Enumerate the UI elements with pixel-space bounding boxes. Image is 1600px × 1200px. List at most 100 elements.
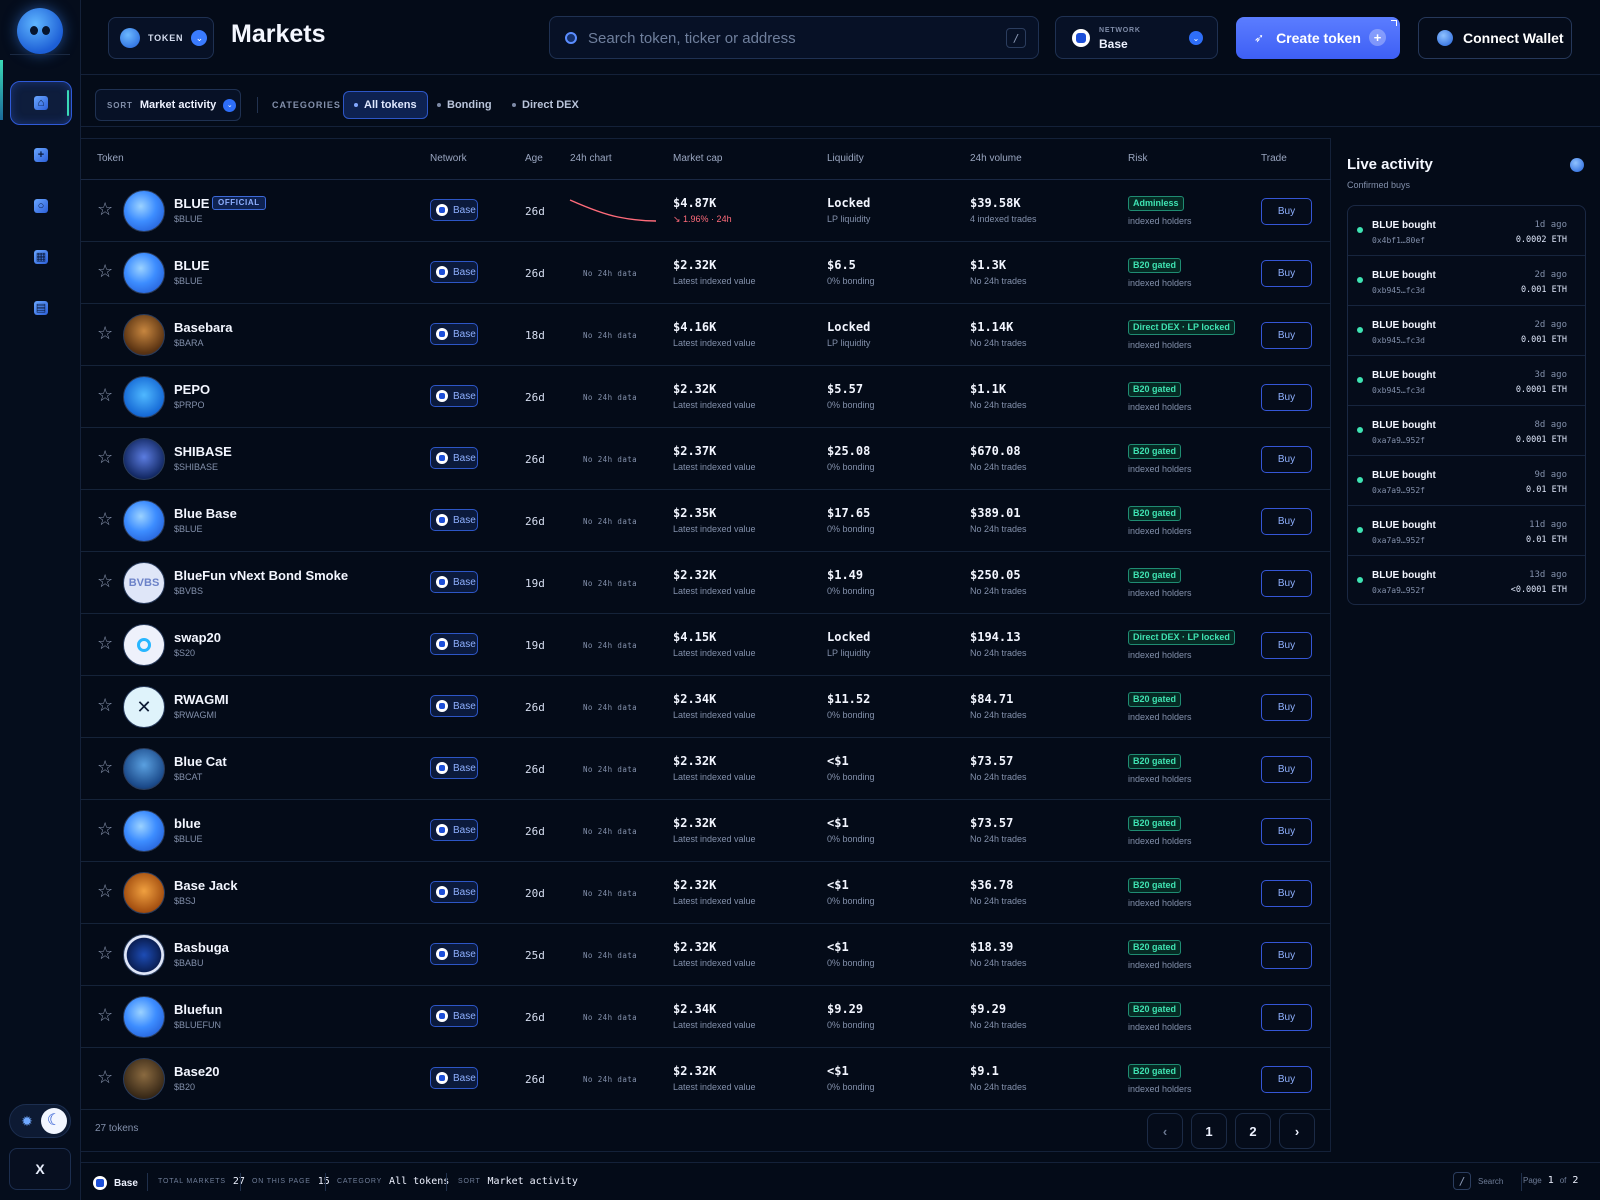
tab-direct-dex[interactable]: Direct DEX — [502, 91, 589, 119]
table-row[interactable]: ☆ ✕ RWAGMI $RWAGMI Base 26d No 24h data … — [81, 676, 1331, 738]
activity-item[interactable]: BLUE bought 0xb945…fc3d 2d ago 0.001 ETH — [1348, 306, 1585, 356]
token-name[interactable]: swap20 — [174, 630, 221, 645]
page-2-button[interactable]: 2 — [1235, 1113, 1271, 1149]
activity-item[interactable]: BLUE bought 0x4bf1…80ef 1d ago 0.0002 ET… — [1348, 206, 1585, 256]
nav-create-button[interactable]: + — [10, 133, 72, 177]
buy-button[interactable]: Buy — [1261, 570, 1312, 597]
star-icon[interactable]: ☆ — [97, 262, 113, 280]
buy-button[interactable]: Buy — [1261, 1066, 1312, 1093]
header-network[interactable]: Network — [430, 153, 467, 164]
buy-button[interactable]: Buy — [1261, 198, 1312, 225]
star-icon[interactable]: ☆ — [97, 820, 113, 838]
activity-item[interactable]: BLUE bought 0xa7a9…952f 9d ago 0.01 ETH — [1348, 456, 1585, 506]
create-token-button[interactable]: ➶ Create token + — [1236, 17, 1400, 59]
star-icon[interactable]: ☆ — [97, 572, 113, 590]
table-row[interactable]: ☆ Base20 $B20 Base 26d No 24h data $2.32… — [81, 1048, 1331, 1110]
star-icon[interactable]: ☆ — [97, 634, 113, 652]
star-icon[interactable]: ☆ — [97, 200, 113, 218]
star-icon[interactable]: ☆ — [97, 1006, 113, 1024]
prev-page-button[interactable]: ‹ — [1147, 1113, 1183, 1149]
activity-item[interactable]: BLUE bought 0xa7a9…952f 11d ago 0.01 ETH — [1348, 506, 1585, 556]
globe-icon[interactable] — [1570, 158, 1584, 172]
star-icon[interactable]: ☆ — [97, 1068, 113, 1086]
token-name[interactable]: Basbuga — [174, 940, 229, 955]
table-row[interactable]: ☆ BLUE $BLUE Base 26d No 24h data $2.32K… — [81, 242, 1331, 304]
next-page-button[interactable]: › — [1279, 1113, 1315, 1149]
activity-item[interactable]: BLUE bought 0xb945…fc3d 3d ago 0.0001 ET… — [1348, 356, 1585, 406]
header-age[interactable]: Age — [525, 153, 543, 164]
risk-sub: indexed holders — [1128, 1022, 1192, 1032]
token-name[interactable]: Blue Base — [174, 506, 237, 521]
token-name[interactable]: Base20 — [174, 1064, 220, 1079]
sort-selector[interactable]: SORT Market activity ⌄ — [95, 89, 241, 121]
star-icon[interactable]: ☆ — [97, 696, 113, 714]
header-volume[interactable]: 24h volume — [970, 153, 1022, 164]
buy-button[interactable]: Buy — [1261, 756, 1312, 783]
buy-button[interactable]: Buy — [1261, 260, 1312, 287]
token-name[interactable]: BLUE — [174, 258, 209, 273]
buy-button[interactable]: Buy — [1261, 818, 1312, 845]
token-name[interactable]: Basebara — [174, 320, 233, 335]
search-input[interactable] — [588, 25, 988, 51]
buy-button[interactable]: Buy — [1261, 322, 1312, 349]
connect-wallet-button[interactable]: Connect Wallet — [1418, 17, 1572, 59]
token-name[interactable]: PEPO — [174, 382, 210, 397]
nav-docs-button[interactable]: ▤ — [10, 286, 72, 330]
nav-home-button[interactable]: ⌂ — [10, 81, 72, 125]
network-selector[interactable]: NETWORK Base ⌄ — [1055, 16, 1218, 59]
table-row[interactable]: ☆ swap20 $S20 Base 19d No 24h data $4.15… — [81, 614, 1331, 676]
activity-item[interactable]: BLUE bought 0xb945…fc3d 2d ago 0.001 ETH — [1348, 256, 1585, 306]
table-row[interactable]: ☆ BVBS BlueFun vNext Bond Smoke $BVBS Ba… — [81, 552, 1331, 614]
buy-button[interactable]: Buy — [1261, 508, 1312, 535]
token-name[interactable]: SHIBASE — [174, 444, 232, 459]
logo-icon[interactable] — [17, 8, 63, 54]
buy-button[interactable]: Buy — [1261, 880, 1312, 907]
star-icon[interactable]: ☆ — [97, 882, 113, 900]
table-row[interactable]: ☆ Blue Base $BLUE Base 26d No 24h data $… — [81, 490, 1331, 552]
token-name[interactable]: BlueFun vNext Bond Smoke — [174, 568, 348, 583]
token-name[interactable]: RWAGMI — [174, 692, 229, 707]
star-icon[interactable]: ☆ — [97, 758, 113, 776]
x-social-button[interactable]: X — [9, 1148, 71, 1190]
header-liquidity[interactable]: Liquidity — [827, 153, 864, 164]
star-icon[interactable]: ☆ — [97, 324, 113, 342]
token-name[interactable]: BLUE — [174, 196, 209, 211]
header-market-cap[interactable]: Market cap — [673, 153, 722, 164]
nav-grid-button[interactable]: ▦ — [10, 235, 72, 279]
token-name[interactable]: Blue Cat — [174, 754, 227, 769]
activity-item[interactable]: BLUE bought 0xa7a9…952f 8d ago 0.0001 ET… — [1348, 406, 1585, 456]
status-search-hint[interactable]: / Search — [1453, 1172, 1503, 1190]
activity-item[interactable]: BLUE bought 0xa7a9…952f 13d ago <0.0001 … — [1348, 556, 1585, 604]
theme-toggle[interactable]: ✹ ☾ — [9, 1104, 71, 1138]
nav-search-button[interactable]: ○ — [10, 184, 72, 228]
table-row[interactable]: ☆ Basbuga $BABU Base 25d No 24h data $2.… — [81, 924, 1331, 986]
tab-all-tokens[interactable]: All tokens — [343, 91, 428, 119]
buy-button[interactable]: Buy — [1261, 632, 1312, 659]
table-row[interactable]: ☆ BLUE OFFICIAL $BLUE Base 26d $4.87K ↘ … — [81, 180, 1331, 242]
token-name[interactable]: Bluefun — [174, 1002, 222, 1017]
token-name[interactable]: blue — [174, 816, 201, 831]
table-row[interactable]: ☆ SHIBASE $SHIBASE Base 26d No 24h data … — [81, 428, 1331, 490]
buy-button[interactable]: Buy — [1261, 942, 1312, 969]
star-icon[interactable]: ☆ — [97, 944, 113, 962]
page-1-button[interactable]: 1 — [1191, 1113, 1227, 1149]
star-icon[interactable]: ☆ — [97, 448, 113, 466]
tab-label: Bonding — [447, 99, 492, 111]
table-row[interactable]: ☆ Blue Cat $BCAT Base 26d No 24h data $2… — [81, 738, 1331, 800]
buy-button[interactable]: Buy — [1261, 446, 1312, 473]
buy-button[interactable]: Buy — [1261, 384, 1312, 411]
star-icon[interactable]: ☆ — [97, 386, 113, 404]
network-chip: Base — [430, 1067, 478, 1089]
table-row[interactable]: ☆ blue $BLUE Base 26d No 24h data $2.32K… — [81, 800, 1331, 862]
star-icon[interactable]: ☆ — [97, 510, 113, 528]
token-name[interactable]: Base Jack — [174, 878, 238, 893]
table-row[interactable]: ☆ PEPO $PRPO Base 26d No 24h data $2.32K… — [81, 366, 1331, 428]
tab-bonding[interactable]: Bonding — [427, 91, 502, 119]
table-row[interactable]: ☆ Basebara $BARA Base 18d No 24h data $4… — [81, 304, 1331, 366]
header-token[interactable]: Token — [97, 153, 124, 164]
token-switcher[interactable]: TOKEN ⌄ — [108, 17, 214, 59]
buy-button[interactable]: Buy — [1261, 694, 1312, 721]
table-row[interactable]: ☆ Bluefun $BLUEFUN Base 26d No 24h data … — [81, 986, 1331, 1048]
table-row[interactable]: ☆ Base Jack $BSJ Base 20d No 24h data $2… — [81, 862, 1331, 924]
buy-button[interactable]: Buy — [1261, 1004, 1312, 1031]
